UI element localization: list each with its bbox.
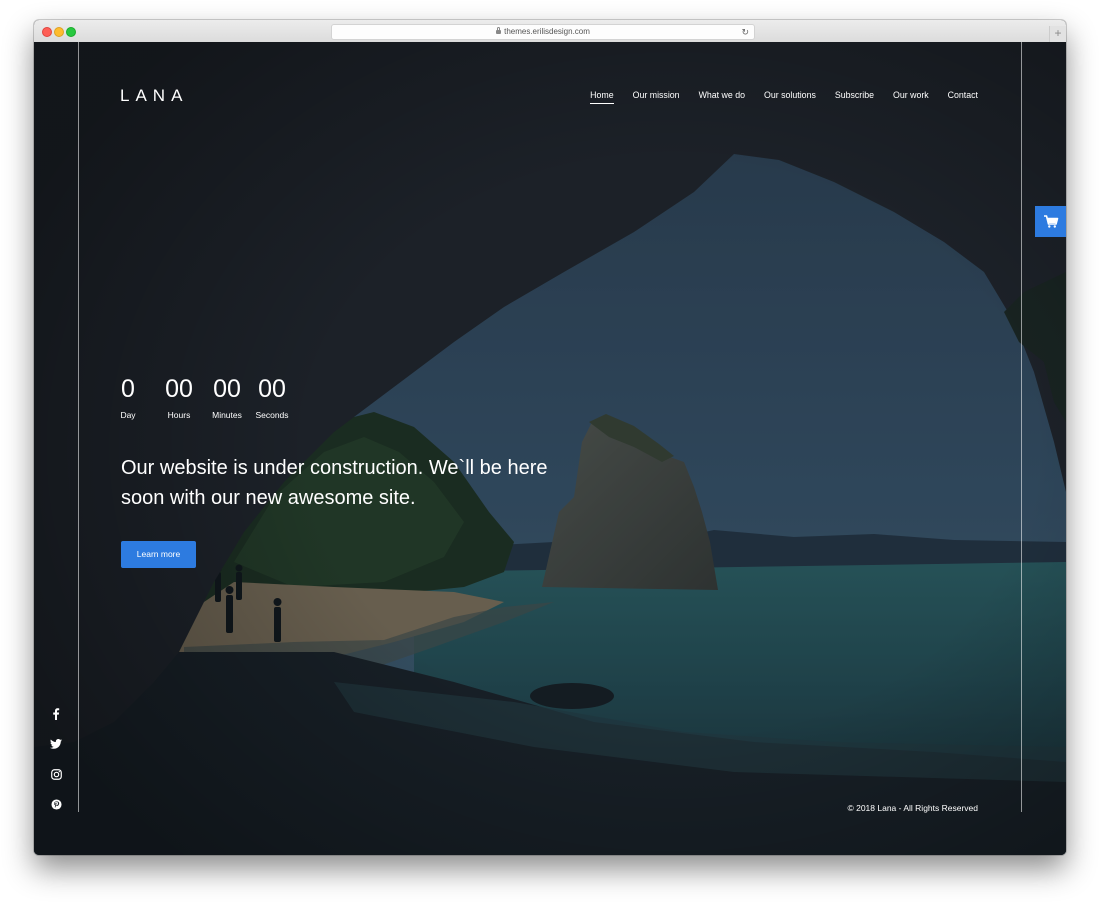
countdown-seconds: 00 Seconds xyxy=(254,375,290,420)
pinterest-link[interactable] xyxy=(48,799,64,815)
twitter-link[interactable] xyxy=(48,739,64,755)
minimize-window-button[interactable] xyxy=(54,27,64,37)
cart-button[interactable] xyxy=(1035,206,1066,237)
countdown-days-value: 0 xyxy=(121,375,135,403)
nav-item-home[interactable]: Home xyxy=(590,90,614,104)
browser-window: themes.erilisdesign.com ↻ + LANA Home Ou… xyxy=(34,20,1066,855)
instagram-link[interactable] xyxy=(48,769,64,785)
hero-headline: Our website is under construction. We`ll… xyxy=(121,457,548,509)
address-bar[interactable]: themes.erilisdesign.com ↻ xyxy=(331,24,755,40)
facebook-icon xyxy=(53,708,60,720)
footer-copyright: © 2018 Lana - All Rights Reserved xyxy=(847,803,978,813)
browser-toolbar: themes.erilisdesign.com ↻ + xyxy=(34,20,1066,43)
countdown-minutes: 00 Minutes xyxy=(210,375,244,420)
facebook-link[interactable] xyxy=(48,708,64,724)
pinterest-icon xyxy=(50,799,62,810)
countdown-seconds-value: 00 xyxy=(258,375,286,403)
countdown-hours-label: Hours xyxy=(167,410,191,420)
reload-icon[interactable]: ↻ xyxy=(741,25,749,39)
countdown-hours: 00 Hours xyxy=(164,375,194,420)
zoom-window-button[interactable] xyxy=(66,27,76,37)
url-text: themes.erilisdesign.com xyxy=(504,27,590,36)
nav-item-subscribe[interactable]: Subscribe xyxy=(835,90,874,104)
instagram-icon xyxy=(50,769,62,780)
new-tab-button[interactable]: + xyxy=(1049,26,1066,42)
nav-item-contact[interactable]: Contact xyxy=(948,90,978,104)
hero-background-image xyxy=(34,42,1066,855)
nav-item-our-mission[interactable]: Our mission xyxy=(633,90,680,104)
site-logo[interactable]: LANA xyxy=(120,86,188,106)
countdown-seconds-label: Seconds xyxy=(255,410,289,420)
cart-icon xyxy=(1044,215,1059,228)
learn-more-button[interactable]: Learn more xyxy=(121,541,196,568)
countdown-days-label: Day xyxy=(120,410,136,420)
countdown-timer: 0 Day 00 Hours 00 Minutes 00 Seconds xyxy=(120,375,290,420)
countdown-minutes-label: Minutes xyxy=(212,410,242,420)
left-frame-line xyxy=(78,42,79,812)
main-navigation: Home Our mission What we do Our solution… xyxy=(590,90,978,104)
nav-item-our-work[interactable]: Our work xyxy=(893,90,929,104)
nav-item-what-we-do[interactable]: What we do xyxy=(699,90,745,104)
twitter-icon xyxy=(50,739,62,749)
countdown-days: 0 Day xyxy=(120,375,136,420)
nav-item-our-solutions[interactable]: Our solutions xyxy=(764,90,816,104)
lock-icon xyxy=(496,27,502,34)
page-viewport: LANA Home Our mission What we do Our sol… xyxy=(34,42,1066,855)
countdown-hours-value: 00 xyxy=(165,375,193,403)
countdown-minutes-value: 00 xyxy=(213,375,241,403)
right-frame-line xyxy=(1021,42,1022,812)
close-window-button[interactable] xyxy=(42,27,52,37)
